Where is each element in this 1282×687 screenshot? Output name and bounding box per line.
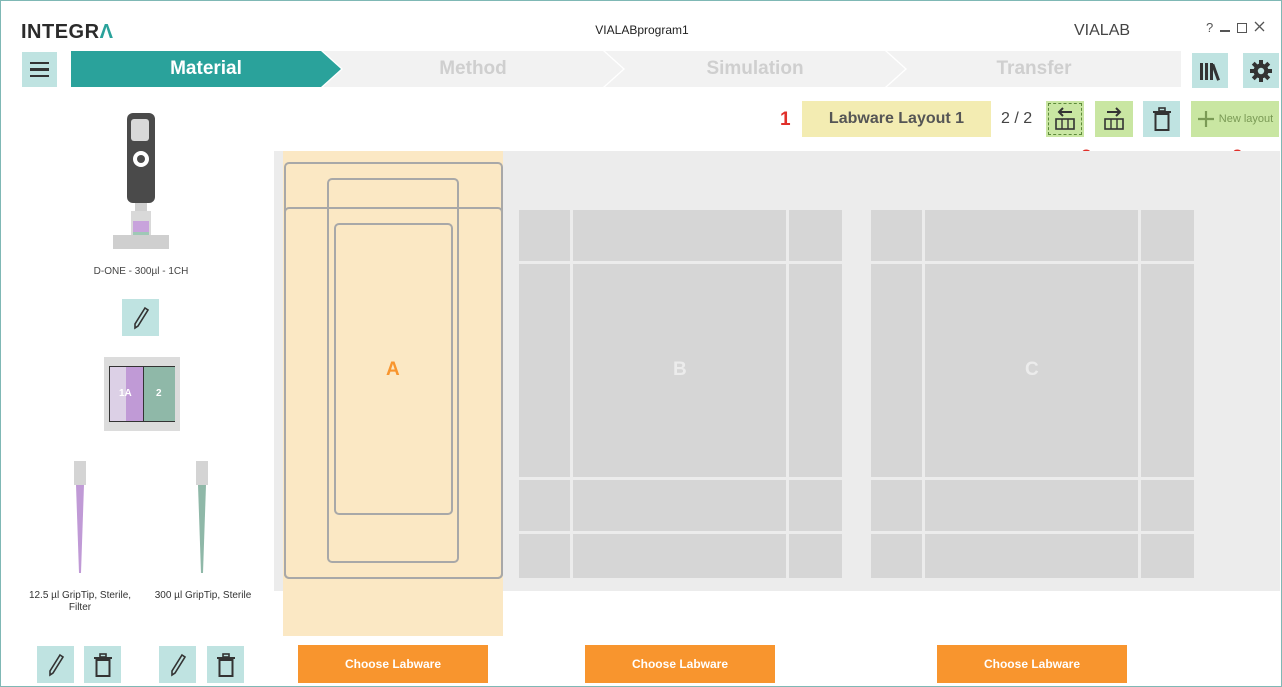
tip-label-12-5ul: 12.5 µl GripTip, Sterile, Filter [19,590,141,614]
move-layout-right-button[interactable] [1095,101,1133,137]
tab-transfer-label: Transfer [996,58,1072,79]
delete-layout-button[interactable] [1143,101,1180,137]
library-icon[interactable] [1192,53,1228,88]
window-controls: ? [1206,20,1265,35]
pencil-icon [170,653,186,676]
workflow-steps: Material Method Simulation Transfer [71,51,1181,87]
app-window: INTEGRΛ VIALABprogram1 VIALAB ? Material… [0,0,1282,687]
pencil-icon [48,653,64,676]
position-b-label: B [673,359,687,380]
app-name: VIALAB [1074,22,1131,39]
tab-material-label: Material [170,58,242,79]
edit-tip-1-button[interactable] [37,646,74,683]
trash-icon [216,652,235,677]
close-icon[interactable] [1254,20,1265,35]
delete-tip-1-button[interactable] [84,646,121,683]
position-a-label: A [386,359,400,380]
plus-icon [1197,111,1214,127]
tip-label-300ul-line1: 300 µl GripTip, Sterile [154,590,252,601]
move-right-icon [1104,107,1124,130]
channel-label-2: 2 [156,388,162,399]
layout-name-field[interactable]: Labware Layout 1 [802,101,991,137]
position-c-slot[interactable] [871,210,1194,578]
tab-transfer[interactable]: Transfer [887,51,1181,87]
edit-tip-2-button[interactable] [159,646,196,683]
annotation-1: 1 [780,109,791,130]
move-layout-left-button[interactable] [1046,101,1084,137]
help-button[interactable]: ? [1206,20,1213,35]
maximize-icon[interactable] [1237,22,1248,33]
gear-icon[interactable] [1243,53,1279,88]
tip-rack-preview: 1A 2 [104,357,180,431]
delete-tip-2-button[interactable] [207,646,244,683]
tab-material[interactable]: Material [71,51,341,87]
trash-icon [93,652,112,677]
hamburger-icon[interactable] [22,52,57,87]
choose-labware-a-button[interactable]: Choose Labware [298,645,488,683]
edit-pipette-button[interactable] [122,299,159,336]
pencil-icon [133,306,149,329]
new-layout-label: New layout [1218,113,1274,125]
choose-labware-b-button[interactable]: Choose Labware [585,645,775,683]
choose-labware-c-button[interactable]: Choose Labware [937,645,1127,683]
position-b-slot[interactable] [519,210,842,578]
trash-icon [1152,107,1171,131]
tip-icon-300ul [196,461,208,573]
new-layout-button[interactable]: New layout [1191,101,1279,137]
tab-simulation-label: Simulation [706,58,804,79]
tip-icon-12-5ul [74,461,86,573]
channel-label-1a: 1A [119,388,132,399]
tip-label-12-5ul-line2: Filter [68,602,92,613]
position-c-label: C [1025,359,1039,380]
tab-simulation[interactable]: Simulation [605,51,905,87]
pipette-name: D-ONE - 300µl - 1CH [93,266,189,277]
tab-method[interactable]: Method [323,51,623,87]
minimize-icon[interactable] [1220,29,1231,32]
tip-label-300ul: 300 µl GripTip, Sterile [143,590,263,602]
tab-method-label: Method [439,58,507,79]
layout-count: 2 / 2 [1001,110,1033,127]
move-left-icon [1055,107,1075,130]
pipette-icon [113,113,169,249]
tip-label-12-5ul-line1: 12.5 µl GripTip, Sterile, [28,590,132,601]
